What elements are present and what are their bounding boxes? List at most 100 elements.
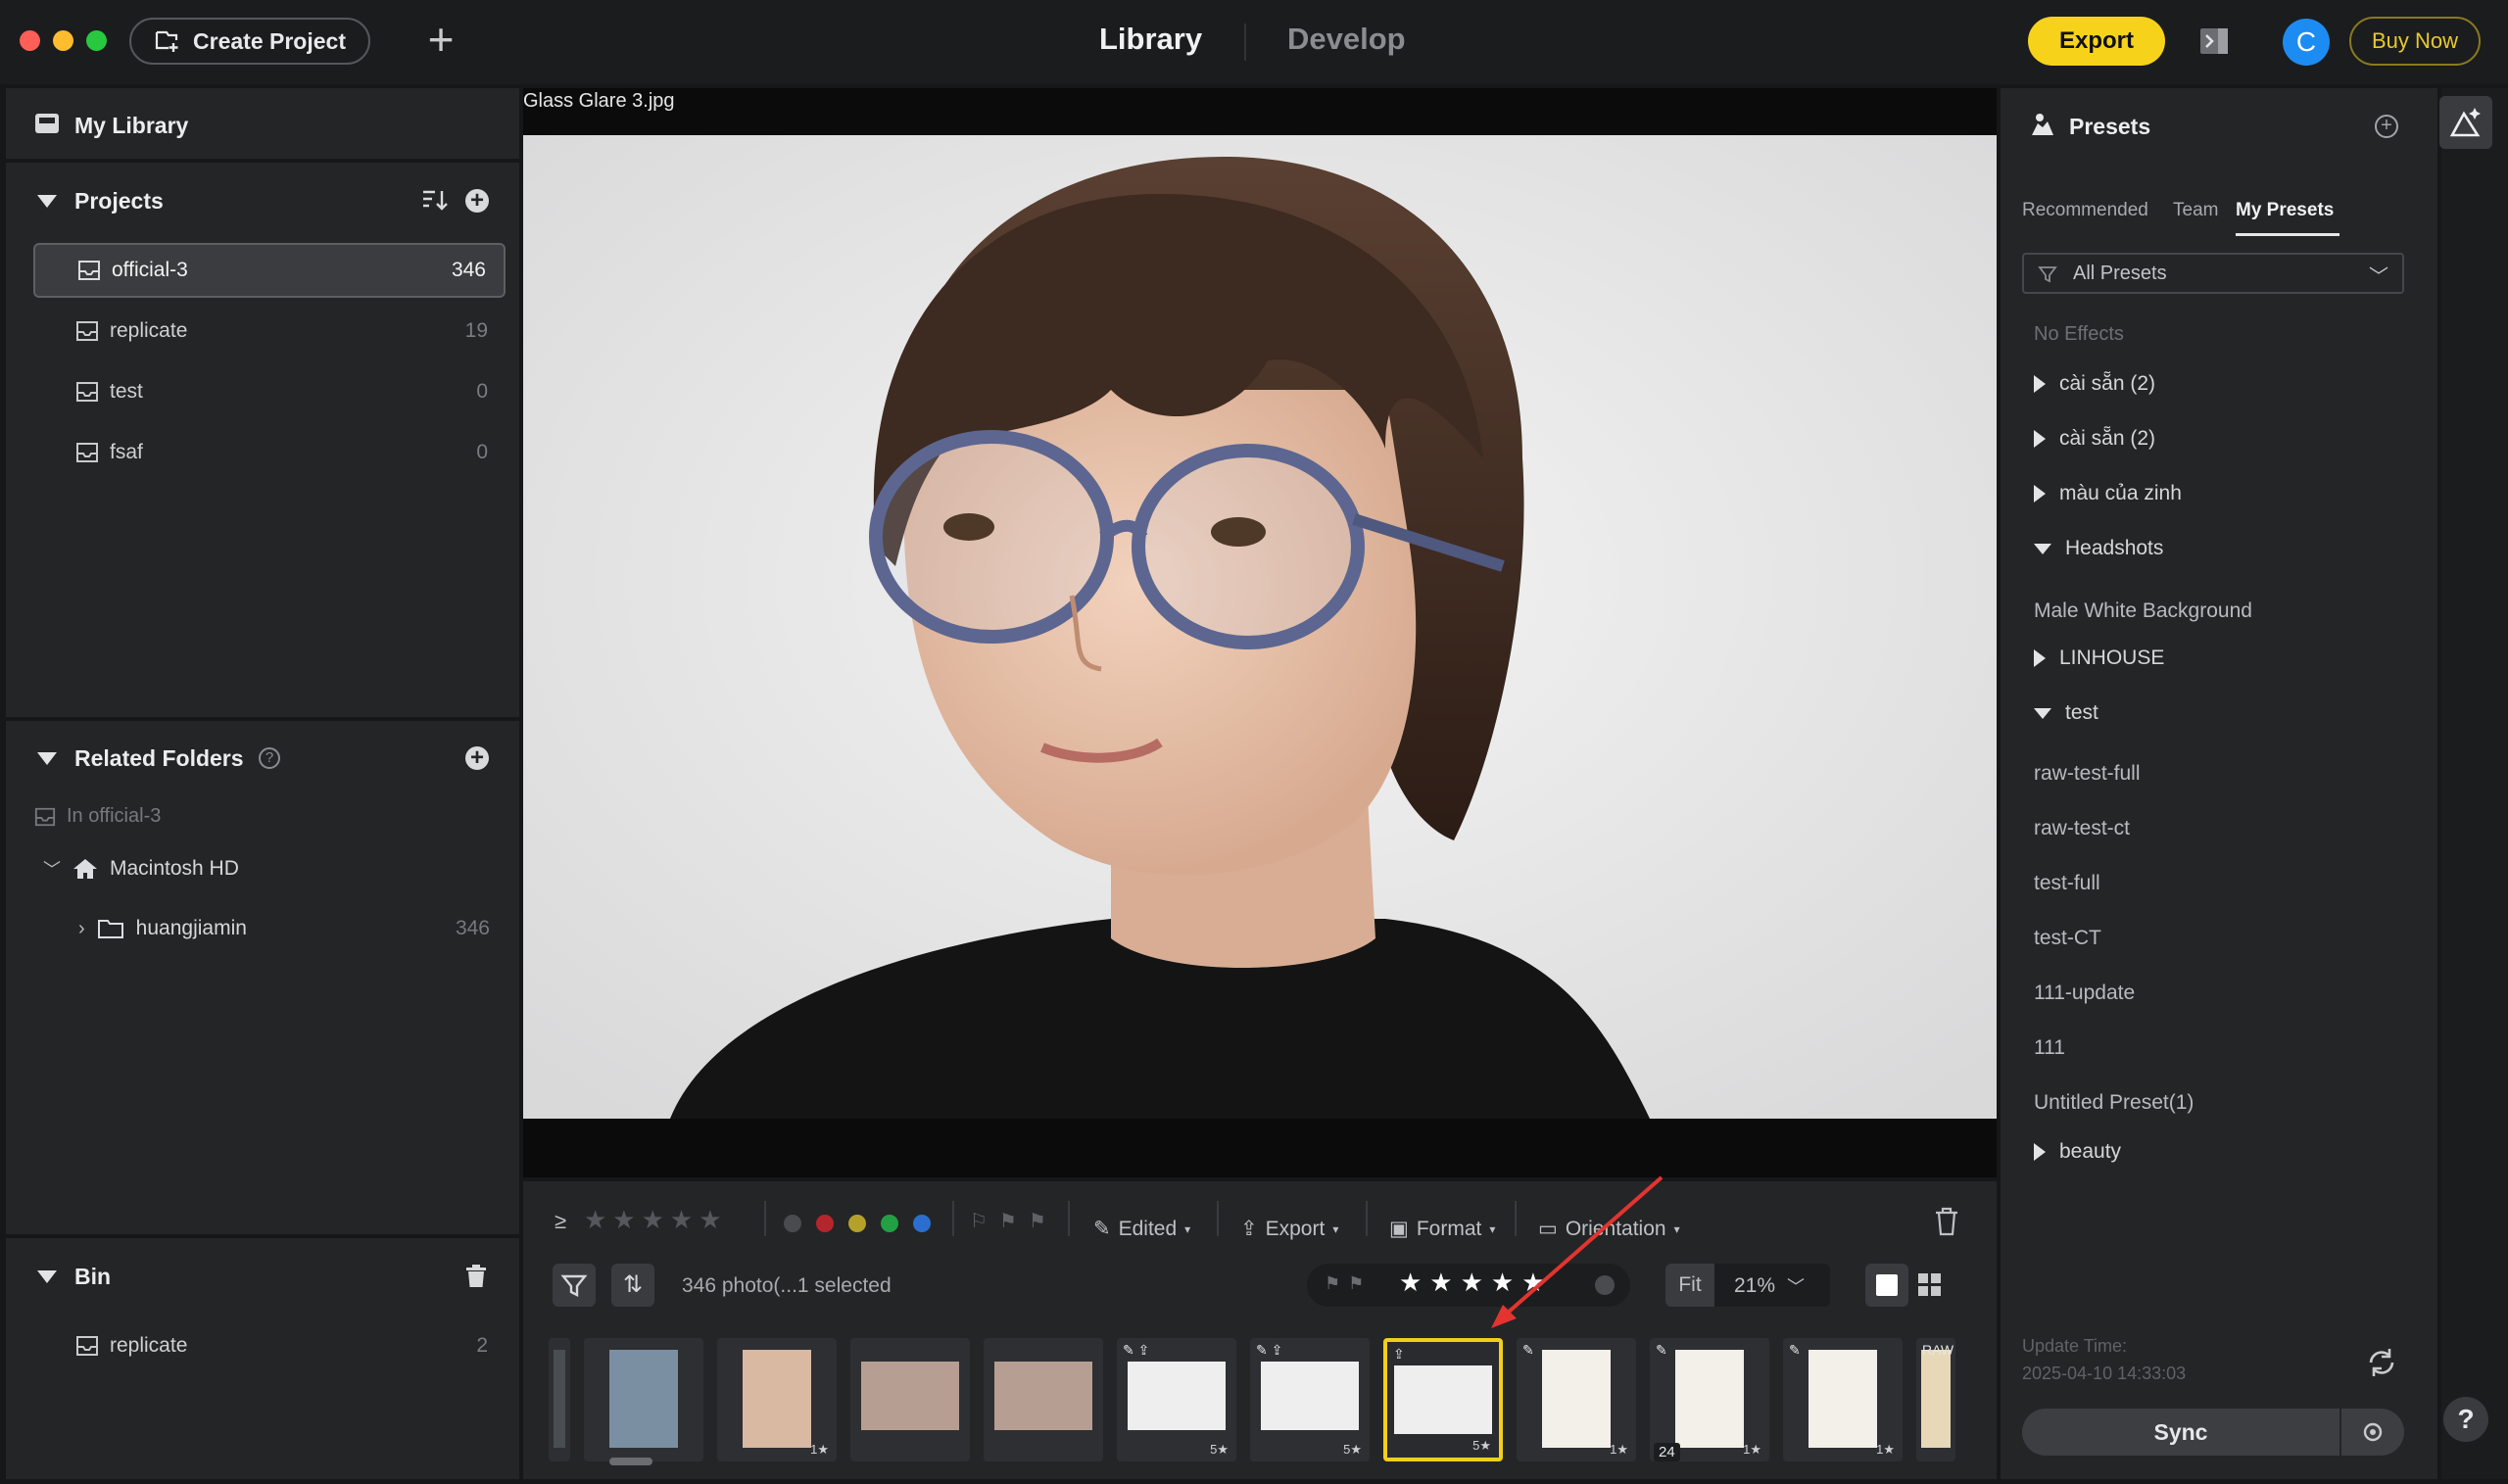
label-blue-dot[interactable] <box>913 1215 931 1232</box>
delete-icon[interactable] <box>1934 1207 1959 1236</box>
chevron-down-icon[interactable]: ﹀ <box>43 856 61 882</box>
pencil-icon: ✎ <box>1093 1218 1111 1240</box>
chevron-right-icon[interactable]: › <box>78 918 85 940</box>
preset-item[interactable]: raw-test-ct <box>2034 817 2130 840</box>
help-circle-icon[interactable]: ? <box>259 747 280 769</box>
label-yellow-dot[interactable] <box>848 1215 866 1232</box>
close-window-button[interactable] <box>20 30 40 51</box>
refresh-icon[interactable] <box>2365 1346 2398 1379</box>
rating-filter-stars[interactable]: ★★★★★ <box>584 1205 728 1235</box>
preset-item[interactable]: Headshots <box>2034 537 2163 560</box>
filmstrip-thumbnail[interactable] <box>584 1338 703 1461</box>
sync-settings-button[interactable] <box>2341 1409 2404 1456</box>
preset-item[interactable]: test <box>2034 701 2098 725</box>
filmstrip-thumbnail[interactable] <box>549 1338 570 1461</box>
preset-item[interactable]: LINHOUSE <box>2034 646 2164 670</box>
presets-tool-button[interactable] <box>2439 96 2492 149</box>
my-library-title[interactable]: My Library <box>74 113 188 139</box>
zoom-value[interactable]: 21% <box>1734 1274 1775 1298</box>
minimize-window-button[interactable] <box>53 30 73 51</box>
preset-item[interactable]: màu của zinh <box>2034 482 2182 505</box>
preset-item[interactable]: 111 <box>2034 1036 2065 1060</box>
preset-item[interactable]: cài sẵn (2) <box>2034 372 2155 396</box>
panel-toggle-icon[interactable] <box>2198 25 2230 57</box>
main-photo[interactable] <box>523 135 1997 1119</box>
presets-dropdown[interactable]: All Presets ﹀ <box>2022 253 2404 294</box>
bin-title: Bin <box>74 1264 112 1289</box>
buy-now-button[interactable]: Buy Now <box>2349 17 2481 66</box>
expand-arrow-icon[interactable] <box>2034 485 2046 503</box>
volume-row[interactable]: ﹀ Macintosh HD <box>43 856 239 882</box>
sync-button[interactable]: Sync <box>2022 1409 2339 1456</box>
filmstrip-thumbnail[interactable]: RAW <box>1916 1338 1955 1461</box>
project-item-official-3[interactable]: official-3 346 <box>33 243 506 298</box>
help-button[interactable]: ? <box>2443 1397 2488 1442</box>
related-collapse-icon[interactable] <box>37 752 57 765</box>
flag-icons[interactable]: ⚑⚑ <box>1325 1273 1372 1294</box>
folder-row[interactable]: › huangjiamin 346 <box>78 917 509 940</box>
nav-divider <box>1244 24 1246 61</box>
flag-filter-icons[interactable]: ⚐⚑⚑ <box>970 1209 1058 1233</box>
filmstrip-thumbnail[interactable]: ✎ ⇪ 5★ <box>1250 1338 1370 1461</box>
presets-icon <box>2030 112 2055 137</box>
trash-icon[interactable] <box>464 1264 488 1289</box>
project-item-replicate[interactable]: replicate 19 <box>33 304 506 359</box>
collapse-arrow-icon[interactable] <box>2034 543 2051 554</box>
filmstrip-thumbnail[interactable] <box>850 1338 970 1461</box>
bin-collapse-icon[interactable] <box>37 1270 57 1283</box>
tab-library[interactable]: Library <box>1099 22 1202 57</box>
preset-item[interactable]: test-CT <box>2034 927 2101 950</box>
sort-order-button[interactable]: ⇅ <box>611 1264 654 1307</box>
filmstrip-thumbnail[interactable]: 1★ <box>717 1338 837 1461</box>
preset-item[interactable]: beauty <box>2034 1140 2121 1164</box>
filmstrip-scrollbar[interactable] <box>609 1458 652 1465</box>
filmstrip-thumbnail[interactable]: ⇪ 5★ <box>1383 1338 1503 1461</box>
project-item-fsaf[interactable]: fsaf 0 <box>33 425 506 480</box>
zoom-window-button[interactable] <box>86 30 107 51</box>
filmstrip[interactable]: 1★ ✎ ⇪ 5★ ✎ ⇪ 5★ ⇪ 5★ ✎ 1★ ✎ 1★ 24 ✎ 1★ RAW <box>549 1338 1969 1463</box>
add-folder-icon[interactable]: + <box>465 746 489 770</box>
no-effects-item[interactable]: No Effects <box>2034 323 2124 346</box>
tab-develop[interactable]: Develop <box>1287 22 1406 57</box>
add-preset-icon[interactable]: + <box>2375 115 2398 138</box>
preset-item[interactable]: raw-test-full <box>2034 762 2141 786</box>
create-project-button[interactable]: Create Project <box>129 18 370 65</box>
user-avatar[interactable]: C <box>2283 19 2330 66</box>
preset-item[interactable]: test-full <box>2034 872 2100 895</box>
label-red-dot[interactable] <box>816 1215 834 1232</box>
tab-my-presets[interactable]: My Presets <box>2236 200 2334 221</box>
export-button[interactable]: Export <box>2028 17 2165 66</box>
rating-compare-icon[interactable]: ≥ <box>555 1209 566 1234</box>
preset-item[interactable]: Male White Background <box>2034 599 2252 623</box>
filmstrip-thumbnail[interactable]: ✎ 1★ 24 <box>1650 1338 1769 1461</box>
new-tab-button[interactable]: + <box>419 17 462 63</box>
filter-button[interactable] <box>553 1264 596 1307</box>
filmstrip-thumbnail[interactable]: ✎ 1★ <box>1517 1338 1636 1461</box>
tab-recommended[interactable]: Recommended <box>2022 200 2148 221</box>
tab-team[interactable]: Team <box>2173 200 2218 221</box>
bin-item-replicate[interactable]: replicate 2 <box>33 1318 506 1373</box>
filmstrip-thumbnail[interactable]: ✎ 1★ <box>1783 1338 1903 1461</box>
expand-arrow-icon[interactable] <box>2034 430 2046 448</box>
filmstrip-thumbnail[interactable]: ✎ ⇪ 5★ <box>1117 1338 1236 1461</box>
expand-arrow-icon[interactable] <box>2034 1143 2046 1161</box>
filmstrip-thumbnail[interactable] <box>984 1338 1103 1461</box>
collapse-arrow-icon[interactable] <box>2034 707 2051 719</box>
preset-name: 111-update <box>2034 981 2136 1004</box>
single-view-button[interactable] <box>1865 1264 1908 1307</box>
export-filter[interactable]: ⇪ Export ▾ <box>1240 1217 1338 1241</box>
preset-item[interactable]: cài sẵn (2) <box>2034 427 2155 451</box>
preset-item[interactable]: Untitled Preset(1) <box>2034 1091 2194 1115</box>
expand-arrow-icon[interactable] <box>2034 649 2046 667</box>
add-project-icon[interactable]: + <box>465 189 489 213</box>
edited-filter[interactable]: ✎ Edited ▾ <box>1093 1217 1190 1241</box>
label-gray-dot[interactable] <box>784 1215 801 1232</box>
grid-view-icon[interactable] <box>1918 1273 1942 1297</box>
projects-collapse-icon[interactable] <box>37 195 57 208</box>
zoom-chevron-icon[interactable]: ﹀ <box>1787 1273 1805 1299</box>
project-item-test[interactable]: test 0 <box>33 364 506 419</box>
expand-arrow-icon[interactable] <box>2034 375 2046 393</box>
preset-item[interactable]: 111-update <box>2034 981 2135 1005</box>
sort-icon[interactable] <box>421 188 449 214</box>
label-green-dot[interactable] <box>881 1215 898 1232</box>
